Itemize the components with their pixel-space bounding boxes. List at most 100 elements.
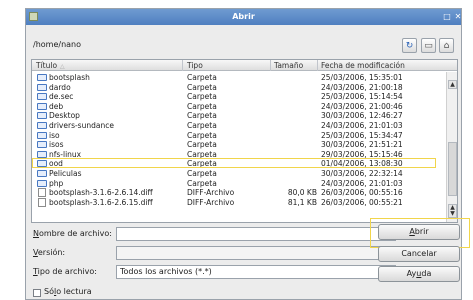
column-header-name[interactable]: Título △ — [36, 61, 65, 70]
cell-type: DIFF-Archivo — [187, 188, 235, 198]
refresh-button[interactable]: ↻ — [402, 38, 417, 53]
cell-type: Carpeta — [187, 178, 217, 188]
cell-date: 24/03/2006, 21:00:46 — [321, 101, 403, 111]
cell-name: dardo — [49, 82, 71, 92]
table-row[interactable]: iso Carpeta 25/03/2006, 15:34:47 — [32, 131, 444, 140]
cell-name: de.sec — [49, 92, 74, 102]
cell-name: iso — [49, 130, 60, 140]
cell-type: Carpeta — [187, 101, 217, 111]
column-header-size[interactable]: Tamaño — [274, 61, 303, 70]
cell-name: bootsplash-3.1.6-2.6.15.diff — [49, 197, 153, 207]
cell-name: deb — [49, 101, 64, 111]
cell-name: isos — [49, 140, 64, 150]
folder-icon — [37, 122, 47, 129]
open-button-highlight — [370, 218, 470, 248]
help-button[interactable]: Ayuda — [378, 266, 460, 282]
column-separator[interactable] — [182, 60, 183, 71]
version-label: Versión: — [33, 248, 66, 257]
cell-type: Carpeta — [187, 73, 217, 82]
cell-date: 24/03/2006, 21:00:18 — [321, 82, 403, 92]
cell-name: bootsplash-3.1.6-2.6.14.diff — [49, 188, 153, 198]
vertical-scrollbar[interactable]: ▲ ▲ ▼ — [446, 72, 457, 222]
file-icon — [38, 197, 46, 207]
column-header-date[interactable]: Fecha de modificación — [321, 61, 405, 70]
column-header-type[interactable]: Tipo — [187, 61, 203, 70]
folder-icon — [37, 74, 47, 81]
sort-indicator-icon: △ — [60, 63, 65, 70]
folder-icon — [37, 141, 47, 149]
scroll-down-icon[interactable]: ▲ ▼ — [448, 204, 457, 218]
cell-name: Peliculas — [49, 169, 82, 178]
cell-name: drivers-sundance — [49, 121, 114, 130]
help-button-label: Ayuda — [406, 269, 432, 278]
table-row[interactable]: Peliculas Carpeta 30/03/2006, 22:32:14 — [32, 169, 444, 178]
cell-name: bootsplash — [49, 73, 90, 82]
cell-name: php — [49, 178, 64, 188]
version-label-rest: ersión: — [37, 248, 66, 257]
table-row[interactable]: drivers-sundance Carpeta 24/03/2006, 21:01… — [32, 121, 444, 130]
folder-icon — [37, 112, 47, 120]
table-row[interactable]: bootsplash-3.1.6-2.6.15.diff DIFF-Archivo… — [32, 197, 444, 207]
cell-date: 26/03/2006, 00:55:21 — [321, 197, 403, 207]
close-icon[interactable]: ✕ — [453, 12, 463, 22]
column-separator[interactable] — [270, 60, 271, 71]
filetype-label: Tipo de archivo: — [33, 267, 97, 276]
cell-type: Carpeta — [187, 169, 217, 178]
file-list[interactable]: Título △ Tipo Tamaño Fecha de modificació… — [31, 59, 458, 223]
table-row[interactable]: isos Carpeta 30/03/2006, 21:51:21 — [32, 140, 444, 149]
cell-date: 24/03/2006, 21:01:03 — [321, 178, 403, 188]
cell-type: Carpeta — [187, 111, 217, 121]
cell-date: 30/03/2006, 12:46:27 — [321, 111, 403, 121]
column-header-name-label: Título — [36, 61, 58, 70]
maximize-icon[interactable]: □ — [442, 12, 452, 22]
table-row[interactable]: bootsplash-3.1.6-2.6.14.diff DIFF-Archivo… — [32, 188, 444, 198]
cell-date: 25/03/2006, 15:14:54 — [321, 92, 403, 102]
new-folder-icon: ▭ — [424, 40, 433, 51]
filename-label-rest: ombre de archivo: — [38, 229, 112, 238]
table-row[interactable]: dardo Carpeta 24/03/2006, 21:00:18 — [32, 83, 444, 92]
scroll-thumb[interactable] — [448, 142, 457, 196]
selection-highlight — [32, 158, 436, 168]
table-row[interactable]: php Carpeta 24/03/2006, 21:01:03 — [32, 179, 444, 188]
cell-date: 30/03/2006, 21:51:21 — [321, 140, 403, 150]
folder-icon — [37, 102, 47, 110]
list-header: Título △ Tipo Tamaño Fecha de modificació… — [32, 60, 457, 71]
cell-type: Carpeta — [187, 82, 217, 92]
cell-name: Desktop — [49, 111, 80, 121]
folder-icon — [37, 179, 47, 187]
filename-input[interactable]: ▼ — [116, 227, 396, 241]
table-row[interactable]: bootsplash Carpeta 25/03/2006, 15:35:01 — [32, 73, 444, 82]
column-separator[interactable] — [317, 60, 318, 71]
cell-date: 30/03/2006, 22:32:14 — [321, 169, 403, 178]
cell-size: 81,1 KB — [287, 197, 317, 207]
cancel-button[interactable]: Cancelar — [378, 246, 460, 262]
filetype-select[interactable]: Todos los archivos (*.*) ▼ — [116, 265, 396, 279]
window-title: Abrir — [232, 12, 255, 21]
folder-icon — [37, 170, 47, 177]
readonly-label: Sólo lectura — [44, 287, 92, 296]
table-row[interactable]: Desktop Carpeta 30/03/2006, 12:46:27 — [32, 111, 444, 120]
home-icon: ⌂ — [443, 40, 450, 51]
cell-date: 24/03/2006, 21:01:03 — [321, 121, 403, 130]
file-icon — [38, 188, 46, 198]
filetype-label-rest: ipo de archivo: — [37, 267, 97, 276]
cell-type: DIFF-Archivo — [187, 197, 235, 207]
folder-icon — [37, 150, 47, 158]
cell-date: 25/03/2006, 15:35:01 — [321, 73, 403, 82]
refresh-icon: ↻ — [405, 40, 414, 51]
cell-type: Carpeta — [187, 130, 217, 140]
cell-size: 80,0 KB — [287, 188, 317, 198]
home-button[interactable]: ⌂ — [439, 38, 454, 53]
version-select[interactable]: ▼ — [116, 246, 396, 260]
scroll-up-icon[interactable]: ▲ — [448, 80, 457, 89]
title-bar[interactable]: Abrir □ ✕ — [26, 9, 461, 25]
filename-label: Nombre de archivo: — [33, 229, 112, 238]
table-row[interactable]: deb Carpeta 24/03/2006, 21:00:46 — [32, 102, 444, 111]
readonly-checkbox[interactable] — [33, 289, 41, 297]
cell-type: Carpeta — [187, 92, 217, 102]
table-row[interactable]: de.sec Carpeta 25/03/2006, 15:14:54 — [32, 92, 444, 101]
current-path: /home/nano — [33, 40, 82, 49]
filetype-value: Todos los archivos (*.*) — [120, 267, 212, 276]
folder-icon — [37, 93, 47, 101]
new-folder-button[interactable]: ▭ — [421, 38, 436, 53]
